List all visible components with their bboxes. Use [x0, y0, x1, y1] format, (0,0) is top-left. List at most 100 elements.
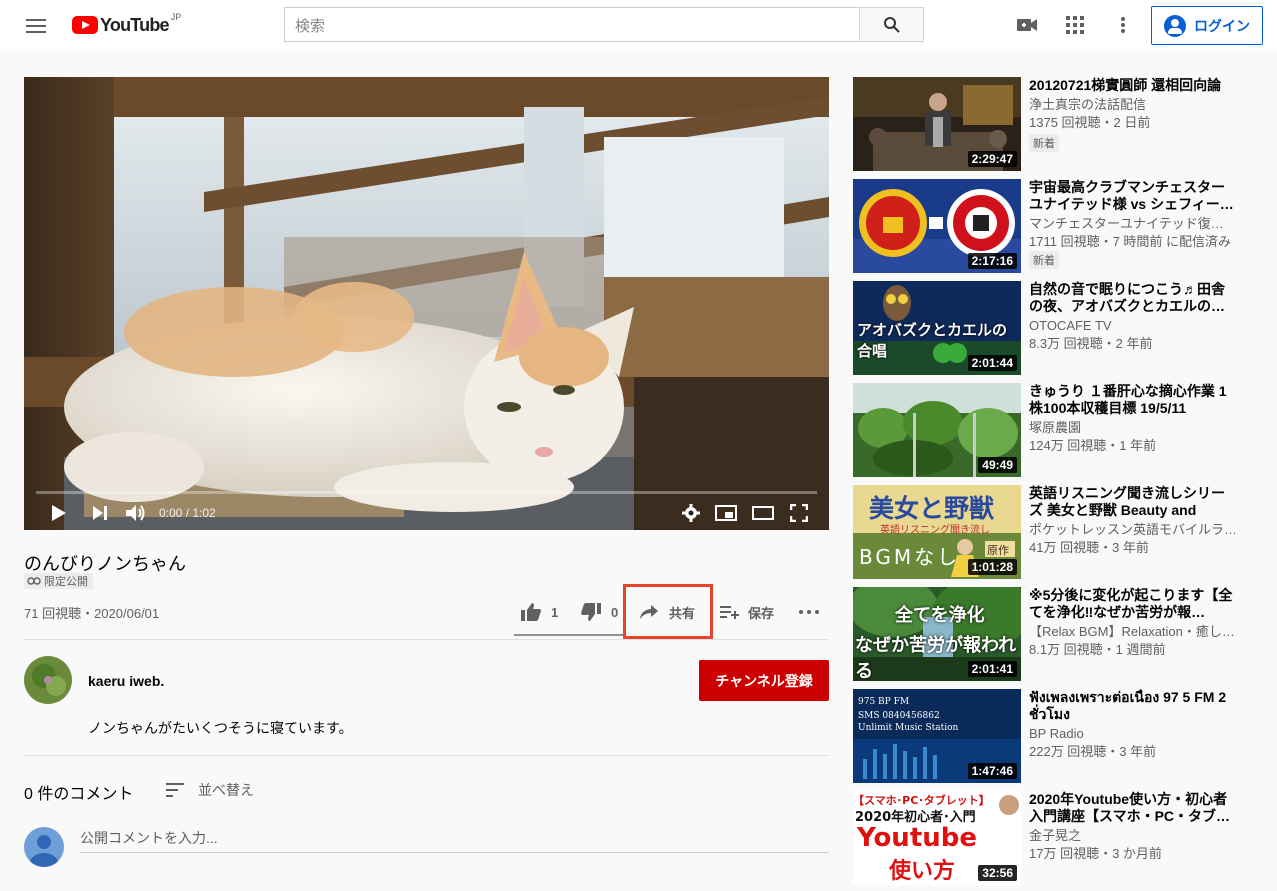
video-duration: 2:01:41	[967, 661, 1017, 677]
channel-name[interactable]: 塚原農園	[1029, 419, 1235, 437]
miniplayer-icon	[715, 505, 737, 521]
more-actions-button[interactable]	[799, 598, 819, 626]
volume-button[interactable]	[124, 501, 148, 525]
video-thumbnail[interactable]: 2:17:16	[853, 179, 1021, 273]
sentiment-bar	[514, 634, 626, 636]
new-badge: 新着	[1029, 134, 1059, 152]
view-count-age: 124万 回視聴・1 年前	[1029, 438, 1157, 453]
youtube-logo[interactable]: YouTube JP	[72, 12, 181, 36]
view-count-age: 17万 回視聴・3 か月前	[1029, 846, 1162, 861]
recommendation-item[interactable]: 全てを浄化 なぜか苦労が報われる 2:01:41 ※5分後に変化が起こります【全…	[853, 587, 1265, 681]
channel-avatar[interactable]	[24, 656, 72, 704]
video-thumbnail[interactable]: 全てを浄化 なぜか苦労が報われる 2:01:41	[853, 587, 1021, 681]
thumbnail-caption: 使い方	[889, 859, 956, 884]
volume-icon	[126, 505, 145, 521]
channel-name[interactable]: マンチェスターユナイテッド復…	[1029, 215, 1235, 233]
miniplayer-button[interactable]	[714, 501, 738, 525]
settings-menu-button[interactable]	[1111, 13, 1135, 37]
next-button[interactable]	[89, 501, 111, 525]
video-duration: 1:47:46	[967, 763, 1017, 779]
video-title[interactable]: 自然の音で眠りにつこう♬田舎の夜、アオバズクとカエルの…	[1029, 281, 1235, 315]
unlisted-badge: 限定公開	[24, 573, 93, 589]
thumb-down-icon	[581, 603, 601, 621]
recommendation-item[interactable]: 975 BP FM SMS 0840456862 Unlimit Music S…	[853, 689, 1265, 783]
divider	[24, 755, 829, 756]
logo-text: YouTube	[100, 14, 170, 35]
recommendation-item[interactable]: アオバズクとカエルの合唱 2:01:44 自然の音で眠りにつこう♬田舎の夜、アオ…	[853, 281, 1265, 375]
fullscreen-button[interactable]	[787, 501, 811, 525]
playlist-add-icon	[720, 606, 739, 619]
sort-label: 並べ替え	[198, 782, 254, 798]
recommendation-item[interactable]: 【スマホ･PC･タブレット】 2020年初心者･入門 Youtube 使い方 3…	[853, 791, 1265, 885]
create-video-button[interactable]	[1015, 13, 1039, 37]
recommendation-item[interactable]: 2:29:47 20120721梯實圓師 還相回向論 浄土真宗の法話配信 137…	[853, 77, 1265, 171]
play-button[interactable]	[48, 501, 70, 525]
video-title[interactable]: きゅうり １番肝心な摘心作業 1株100本収穫目標 19/5/11	[1029, 383, 1235, 417]
sort-button[interactable]: 並べ替え	[166, 780, 254, 800]
youtube-play-icon	[72, 16, 98, 34]
video-duration: 32:56	[978, 865, 1017, 881]
more-horiz-icon	[799, 610, 819, 614]
fullscreen-icon	[790, 504, 808, 522]
video-player[interactable]: 0:00 / 1:02	[24, 77, 829, 530]
video-thumbnail[interactable]: 975 BP FM SMS 0840456862 Unlimit Music S…	[853, 689, 1021, 783]
person-icon	[30, 835, 58, 867]
save-button[interactable]: 保存	[720, 598, 774, 626]
video-thumbnail[interactable]: 美女と野獣 英語リスニング聞き流し BGMなし 原作 1:01:28	[853, 485, 1021, 579]
video-duration: 2:29:47	[967, 151, 1017, 167]
channel-name[interactable]: 浄土真宗の法話配信	[1029, 96, 1235, 114]
apps-button[interactable]	[1063, 13, 1087, 37]
channel-name[interactable]: 金子晃之	[1029, 827, 1235, 845]
subscribe-button[interactable]: チャンネル登録	[699, 660, 829, 701]
video-thumbnail[interactable]: 2:29:47	[853, 77, 1021, 171]
menu-icon[interactable]	[24, 16, 48, 36]
view-count-age: 41万 回視聴・3 年前	[1029, 540, 1149, 555]
video-title[interactable]: 宇宙最高クラブマンチェスターユナイテッド様 vs シェフィー…	[1029, 179, 1235, 213]
channel-name[interactable]: kaeru iweb.	[88, 673, 164, 689]
channel-name[interactable]: OTOCAFE TV	[1029, 317, 1235, 335]
comment-input[interactable]: 公開コメントを入力...	[80, 828, 829, 853]
view-count-date: 71 回視聴・2020/06/01	[24, 606, 160, 621]
progress-bar[interactable]	[36, 491, 817, 494]
new-badge: 新着	[1029, 251, 1059, 269]
login-button[interactable]: ログイン	[1151, 6, 1263, 45]
video-title[interactable]: 英語リスニング聞き流しシリーズ 美女と野獣 Beauty and Bea…	[1029, 485, 1235, 519]
time-display: 0:00 / 1:02	[159, 506, 216, 520]
video-description: ノンちゃんがたいくつそうに寝ています。	[88, 720, 353, 736]
channel-name[interactable]: BP Radio	[1029, 725, 1235, 743]
channel-name[interactable]: 【Relax BGM】Relaxation・癒し…	[1029, 623, 1235, 641]
settings-button[interactable]	[680, 501, 702, 525]
channel-name[interactable]: ポケットレッスン英語モバイルラ…	[1029, 521, 1235, 539]
thumbnail-caption: 975 BP FM	[858, 697, 910, 707]
video-camera-icon	[1017, 19, 1037, 31]
save-label: 保存	[748, 605, 775, 621]
video-thumbnail[interactable]: アオバズクとカエルの合唱 2:01:44	[853, 281, 1021, 375]
search-button[interactable]	[859, 7, 924, 42]
video-title[interactable]: ※5分後に変化が起こります【全てを浄化‼なぜか苦労が報…	[1029, 587, 1235, 621]
video-thumbnail[interactable]: 49:49	[853, 383, 1021, 477]
thumbnail-caption: Unlimit Music Station	[858, 723, 959, 733]
dislike-button[interactable]: 0	[581, 598, 618, 626]
video-duration: 2:17:16	[967, 253, 1017, 269]
account-icon	[1164, 14, 1186, 37]
gear-icon	[682, 504, 700, 522]
search-input[interactable]: 検索	[284, 7, 860, 42]
like-button[interactable]: 1	[521, 598, 558, 626]
video-duration: 1:01:28	[967, 559, 1017, 575]
theater-mode-button[interactable]	[751, 501, 775, 525]
login-label: ログイン	[1194, 17, 1250, 34]
thumbnail-subcaption: 英語リスニング聞き流し	[880, 525, 990, 536]
skip-next-icon	[93, 506, 107, 520]
theater-icon	[752, 506, 774, 520]
link-icon	[27, 577, 41, 585]
video-title[interactable]: 20120721梯實圓師 還相回向論	[1029, 77, 1235, 94]
recommendation-item[interactable]: 49:49 きゅうり １番肝心な摘心作業 1株100本収穫目標 19/5/11 …	[853, 383, 1265, 477]
thumbnail-caption: 全てを浄化	[895, 605, 985, 626]
recommendation-item[interactable]: 美女と野獣 英語リスニング聞き流し BGMなし 原作 1:01:28 英語リスニ…	[853, 485, 1265, 579]
view-count-age: 1711 回視聴・7 時間前 に配信済み	[1029, 234, 1232, 249]
video-title[interactable]: 2020年Youtube使い方・初心者入門講座【スマホ・PC・タブ…	[1029, 791, 1235, 825]
video-thumbnail[interactable]: 【スマホ･PC･タブレット】 2020年初心者･入門 Youtube 使い方 3…	[853, 791, 1021, 885]
video-title[interactable]: ฟังเพลงเพราะต่อเนื่อง 97 5 FM 2 ชั่วโมง	[1029, 689, 1235, 723]
play-icon	[52, 505, 66, 521]
recommendation-item[interactable]: 2:17:16 宇宙最高クラブマンチェスターユナイテッド様 vs シェフィー… …	[853, 179, 1265, 273]
